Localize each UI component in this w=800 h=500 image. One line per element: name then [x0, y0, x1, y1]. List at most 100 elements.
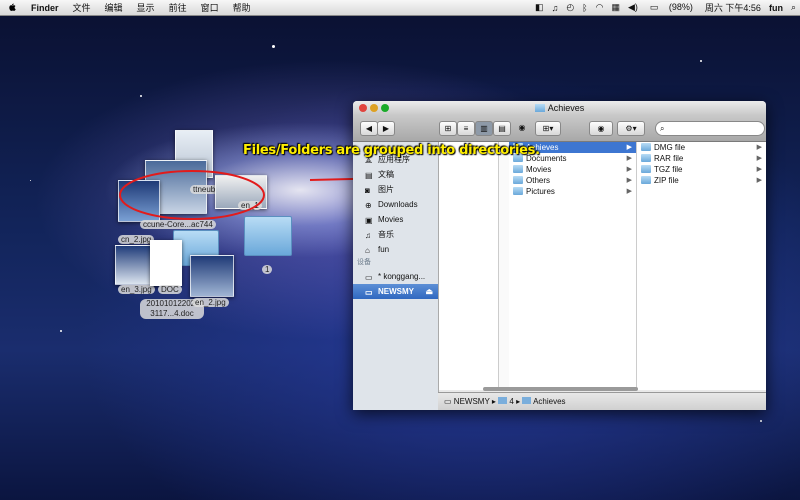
user-menu[interactable]: fun	[765, 3, 787, 13]
disk-icon: ▭	[365, 273, 373, 282]
horizontal-scrollbar[interactable]	[483, 387, 638, 391]
column-achieves[interactable]: DMG file ▶ RAR file ▶ TGZ file ▶ ZIP file ▶	[637, 142, 766, 390]
column-newsmy[interactable]: Achieves ▶ Documents ▶ Movies ▶ Others ▶ Pic…	[509, 142, 637, 390]
sidebar-item-label: NEWSMY	[378, 287, 414, 296]
star	[30, 180, 31, 181]
list-item-label: Others	[526, 176, 551, 185]
bluetooth-icon[interactable]: ᛒ	[578, 3, 591, 13]
menu-file[interactable]: 文件	[66, 1, 98, 14]
list-item-label: Movies	[526, 165, 552, 174]
title-bar[interactable]: Achieves	[353, 101, 766, 115]
minimize-button[interactable]	[370, 104, 378, 112]
list-item-label: DMG file	[654, 143, 686, 152]
menu-extras: ◧ ♫ ◴ ᛒ ◠ ▦ ◀) ▭ (98%) 周六 下午4:56 fun ⌕	[531, 0, 800, 15]
list-item[interactable]: ZIP file ▶	[637, 175, 766, 186]
action-button[interactable]: ⚙▾	[617, 121, 645, 136]
spotlight-icon[interactable]: ⌕	[787, 2, 800, 13]
sidebar-item-label: 图片	[378, 185, 394, 194]
sidebar-item-label: 音乐	[378, 230, 394, 239]
list-item[interactable]: TGZ file ▶	[637, 164, 766, 175]
list-item[interactable]: Movies ▶	[509, 164, 636, 175]
star	[760, 420, 762, 422]
annotation-caption: Files/Folders are grouped into directori…	[243, 143, 540, 158]
chevron-right-icon: ▶	[626, 144, 632, 151]
menu-app-finder[interactable]: Finder	[24, 3, 66, 13]
menu-go[interactable]: 前往	[162, 1, 194, 14]
list-item[interactable]: Pictures ▶	[509, 186, 636, 197]
arrange-button[interactable]: ⊞▾	[535, 121, 561, 136]
sidebar-item-music[interactable]: ♫ 音乐	[353, 227, 438, 242]
path-item[interactable]: NEWSMY	[454, 397, 490, 406]
sidebar-item-pictures[interactable]: ◙ 图片	[353, 182, 438, 197]
wifi-icon[interactable]: ◠	[592, 2, 608, 13]
sidebar-item-home[interactable]: ⌂ fun	[353, 242, 438, 257]
folder-icon	[641, 176, 651, 184]
app-icon[interactable]: ◉	[515, 121, 529, 134]
battery-icon: ▭	[649, 2, 659, 12]
sidebar-header-devices: 设备	[357, 259, 371, 266]
documents-icon: ▤	[365, 171, 373, 180]
folder-icon	[498, 397, 508, 404]
sidebar: ⟁ 应用程序 ▤ 文稿 ◙ 图片 ⊕ Downloads ▣ Movies ♫ 音乐 ⌂ fu…	[353, 142, 439, 410]
time-machine-icon[interactable]: ◴	[562, 2, 578, 13]
back-button[interactable]: ◀	[360, 121, 378, 136]
chevron-right-icon: ▶	[756, 155, 762, 162]
zoom-button[interactable]	[381, 104, 389, 112]
headphones-icon[interactable]: ♫	[548, 3, 563, 13]
doc-file-icon[interactable]	[150, 240, 182, 286]
clock[interactable]: 周六 下午4:56	[701, 1, 765, 14]
list-item[interactable]: Others ▶	[509, 175, 636, 186]
path-item[interactable]: 4	[509, 397, 513, 406]
stack-label: en_1	[238, 201, 262, 210]
quick-look-button[interactable]: ◉	[589, 121, 613, 136]
path-bar: ▭ NEWSMY ▸ 4 ▸ Achieves	[438, 392, 766, 410]
folder-icon	[534, 104, 545, 112]
stack-image-icon[interactable]	[190, 255, 234, 297]
folder-icon	[513, 176, 523, 184]
path-item[interactable]: Achieves	[533, 397, 565, 406]
sidebar-item-downloads[interactable]: ⊕ Downloads	[353, 197, 438, 212]
folder-icon	[513, 165, 523, 173]
flag-icon[interactable]: ▦	[607, 2, 624, 13]
sidebar-item-label: Downloads	[378, 200, 418, 209]
battery-status[interactable]: ▭ (98%)	[642, 2, 701, 13]
stack-label: en_3.jpg	[118, 285, 155, 294]
sidebar-item-movies[interactable]: ▣ Movies	[353, 212, 438, 227]
menu-help[interactable]: 帮助	[226, 1, 258, 14]
stack-label: en_2.jpg	[192, 298, 229, 307]
folder-icon	[513, 187, 523, 195]
menu-view[interactable]: 显示	[130, 1, 162, 14]
star	[60, 330, 62, 332]
list-item-label: ZIP file	[654, 176, 679, 185]
status-app-icon[interactable]: ◧	[531, 2, 548, 13]
eject-icon[interactable]: ⏏	[425, 284, 433, 299]
search-field[interactable]: ⌕	[655, 121, 765, 136]
coverflow-view-button[interactable]: ▤	[493, 121, 511, 136]
list-item[interactable]: DMG file ▶	[637, 142, 766, 153]
column-empty[interactable]	[439, 142, 499, 390]
star	[140, 95, 142, 97]
folder-icon[interactable]	[244, 216, 292, 256]
list-item[interactable]: RAR file ▶	[637, 153, 766, 164]
list-item-label: Pictures	[526, 187, 555, 196]
sidebar-item-newsmy[interactable]: ▭ NEWSMY ⏏	[353, 284, 438, 299]
icon-view-button[interactable]: ⊞	[439, 121, 457, 136]
close-button[interactable]	[359, 104, 367, 112]
pictures-icon: ◙	[365, 186, 370, 195]
volume-icon[interactable]: ◀)	[624, 2, 642, 13]
sidebar-item-label: 文稿	[378, 170, 394, 179]
apple-menu[interactable]	[0, 2, 24, 14]
column-view-button[interactable]: ▥	[475, 121, 493, 136]
chevron-right-icon: ▶	[756, 177, 762, 184]
menu-edit[interactable]: 编辑	[98, 1, 130, 14]
home-icon: ⌂	[365, 246, 370, 255]
toolbar: ◀ ▶ ⊞ ≡ ▥ ▤ ◉ ⊞▾ ◉ ⚙▾ ⌕	[353, 115, 766, 142]
list-view-button[interactable]: ≡	[457, 121, 475, 136]
sidebar-item-documents[interactable]: ▤ 文稿	[353, 167, 438, 182]
menu-window[interactable]: 窗口	[194, 1, 226, 14]
stack-image-icon[interactable]	[118, 180, 160, 222]
forward-button[interactable]: ▶	[377, 121, 395, 136]
sidebar-item-disk[interactable]: ▭ * konggang...	[353, 269, 438, 284]
search-icon: ⌕	[660, 124, 665, 133]
stack-label: DOC	[158, 285, 182, 294]
